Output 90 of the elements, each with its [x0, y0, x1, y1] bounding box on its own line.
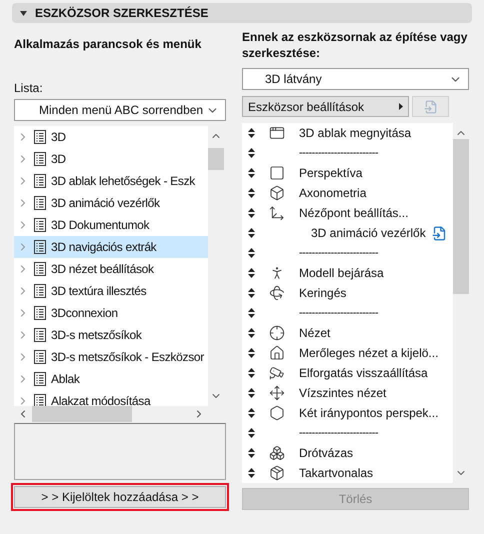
list-item[interactable]: 3D navigációs extrák: [14, 236, 208, 258]
list-icon: [34, 372, 46, 386]
list-item[interactable]: 3D nézet beállítások: [14, 258, 208, 280]
drag-handle-icon[interactable]: [248, 448, 255, 458]
separator-line[interactable]: -------------------------: [299, 304, 378, 322]
square-icon: [269, 165, 285, 181]
drag-handle-icon[interactable]: [248, 228, 255, 238]
house-icon: [269, 345, 285, 361]
list-item[interactable]: 3D-s metszősíkok - Eszközsor: [14, 346, 208, 368]
separator-line[interactable]: -------------------------: [299, 244, 378, 262]
list-item[interactable]: 3D: [14, 148, 208, 170]
drag-handle-icon[interactable]: [248, 348, 255, 358]
drag-handle-icon[interactable]: [248, 468, 255, 478]
list-item[interactable]: 3D-s metszősíkok: [14, 324, 208, 346]
scroll-thumb[interactable]: [32, 406, 132, 422]
drag-handle-icon[interactable]: [248, 148, 255, 158]
section-title: ESZKÖZSOR SZERKESZTÉSE: [35, 5, 208, 22]
list-item[interactable]: 3D ablak lehetőségek - Eszk: [14, 170, 208, 192]
drag-handle-icon[interactable]: [248, 388, 255, 398]
list-icon: [34, 130, 46, 144]
list-icon: [34, 350, 46, 364]
drag-handle-icon[interactable]: [248, 168, 255, 178]
list-item[interactable]: 3D textúra illesztés: [14, 280, 208, 302]
separator-line[interactable]: -------------------------: [299, 144, 378, 162]
window-cube-icon: [269, 125, 285, 141]
submenu-arrow-icon: [399, 103, 403, 110]
toolbar-item[interactable]: Perspektíva: [299, 164, 362, 182]
list-icon: [34, 306, 46, 320]
drag-handle-icon[interactable]: [248, 408, 255, 418]
camera-icon: [269, 365, 285, 381]
toolbar-item[interactable]: Takartvonalas: [299, 464, 374, 482]
cube-icon: [269, 185, 285, 201]
toolbar-dropdown[interactable]: 3D látvány: [242, 68, 469, 90]
add-selected-button[interactable]: > > Kijelöltek hozzáadása > >: [14, 486, 226, 508]
axes-icon: [269, 205, 285, 221]
scroll-thumb[interactable]: [453, 139, 469, 294]
orbit-icon: [269, 285, 285, 301]
submenu-item[interactable]: 3D animáció vezérlők: [311, 224, 426, 242]
toolbar-item[interactable]: Két iránypontos perspek...: [299, 404, 438, 422]
toolbar-item[interactable]: Nézőpont beállítás...: [299, 204, 408, 222]
arrows-icon: [269, 385, 285, 401]
toolbar-item[interactable]: Merőleges nézet a kijelö...: [299, 344, 438, 362]
list-icon: [34, 152, 46, 166]
toolbar-item[interactable]: Keringés: [299, 284, 346, 302]
list-label: Lista:: [14, 80, 44, 97]
list-item[interactable]: 3D: [14, 126, 208, 148]
list-item[interactable]: 3Dconnexion: [14, 302, 208, 324]
toolbar-item[interactable]: Drótvázas: [299, 444, 354, 462]
list-icon: [34, 262, 46, 276]
list-icon: [34, 240, 46, 254]
list-item[interactable]: 3D Dokumentumok: [14, 214, 208, 236]
column-heading: Alkalmazás parancsok és menük: [14, 36, 202, 53]
crosshair-icon: [269, 325, 285, 341]
list-icon: [34, 174, 46, 188]
list-icon: [34, 328, 46, 342]
drag-handle-icon[interactable]: [248, 308, 255, 318]
list-icon: [34, 196, 46, 210]
drag-handle-icon[interactable]: [248, 248, 255, 258]
collapse-caret-icon[interactable]: [20, 10, 27, 16]
toolbar-item[interactable]: Nézet: [299, 324, 330, 342]
drag-handle-icon[interactable]: [248, 268, 255, 278]
section-header[interactable]: ESZKÖZSOR SZERKESZTÉSE: [12, 3, 472, 23]
toolbar-item[interactable]: 3D ablak megnyitása: [299, 124, 412, 142]
drag-handle-icon[interactable]: [248, 368, 255, 378]
toolbar-item[interactable]: Modell bejárása: [299, 264, 384, 282]
list-item[interactable]: 3D animáció vezérlők: [14, 192, 208, 214]
drag-handle-icon[interactable]: [248, 188, 255, 198]
drag-handle-icon[interactable]: [248, 288, 255, 298]
hexagon-icon: [269, 405, 285, 421]
list-icon: [34, 284, 46, 298]
scroll-thumb[interactable]: [208, 148, 224, 170]
drag-handle-icon[interactable]: [248, 208, 255, 218]
document-arrow-icon: [424, 100, 438, 114]
separator-line[interactable]: -------------------------: [299, 424, 378, 442]
toolbar-item[interactable]: Axonometria: [299, 184, 366, 202]
submenu-document-icon: [432, 226, 447, 240]
drag-handle-icon[interactable]: [248, 328, 255, 338]
toolbar-item[interactable]: Vízszintes nézet: [299, 384, 386, 402]
list-icon: [34, 394, 46, 406]
drag-handle-icon[interactable]: [248, 128, 255, 138]
boxes-icon: [269, 445, 285, 461]
toolbar-item[interactable]: Elforgatás visszaállítása: [299, 364, 428, 382]
list-icon: [34, 218, 46, 232]
column-heading: Ennek az eszközsornak az építése vagy szerkesztése:: [242, 29, 468, 62]
list-item[interactable]: Alakzat módosítása: [14, 390, 208, 406]
drag-handle-icon[interactable]: [248, 428, 255, 438]
list-dropdown[interactable]: Minden menü ABC sorrendben: [14, 99, 226, 121]
list-item[interactable]: Ablak: [14, 368, 208, 390]
settings-menu-button[interactable]: Eszközsor beállítások: [242, 96, 409, 117]
package-icon: [269, 465, 285, 481]
